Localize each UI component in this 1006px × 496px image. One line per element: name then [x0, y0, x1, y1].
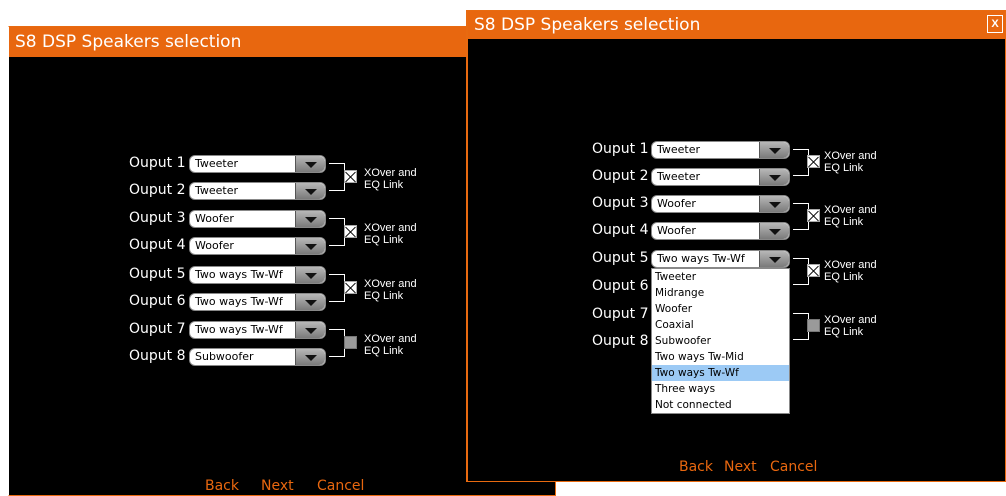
link-label-2: XOver and EQ Link: [824, 204, 877, 228]
output-5-select[interactable]: Two ways Tw-Wf: [189, 266, 326, 284]
output-3-label: Ouput 3: [592, 195, 649, 211]
output-7-select[interactable]: Two ways Tw-Wf: [189, 321, 326, 339]
output-4-select[interactable]: Woofer: [651, 222, 790, 240]
output-1-label: Ouput 1: [592, 141, 649, 157]
chevron-down-icon: [295, 322, 325, 338]
back-button[interactable]: Back: [205, 478, 239, 494]
link-label-3: XOver and EQ Link: [824, 259, 877, 283]
output-6-label: Ouput 6: [592, 278, 649, 294]
output-4-select[interactable]: Woofer: [189, 237, 326, 255]
dropdown-option-tweeter[interactable]: Tweeter: [652, 269, 789, 285]
close-button[interactable]: X: [987, 15, 1003, 33]
output-6-label: Ouput 6: [129, 293, 186, 309]
link-label-1: XOver and EQ Link: [364, 167, 417, 191]
chevron-down-icon: [295, 211, 325, 227]
output-2-label: Ouput 2: [129, 182, 186, 198]
output-5-select[interactable]: Two ways Tw-Wf: [651, 250, 790, 268]
output-1-select[interactable]: Tweeter: [651, 141, 790, 159]
chevron-down-icon: [759, 251, 789, 267]
link-bracket: [329, 163, 345, 191]
dropdown-option-coaxial[interactable]: Coaxial: [652, 317, 789, 333]
dropdown-option-midrange[interactable]: Midrange: [652, 285, 789, 301]
output-5-label: Ouput 5: [129, 266, 186, 282]
dropdown-option-woofer[interactable]: Woofer: [652, 301, 789, 317]
output-2-label: Ouput 2: [592, 168, 649, 184]
chevron-down-icon: [295, 349, 325, 365]
dropdown-option-two-ways-tw-mid[interactable]: Two ways Tw-Mid: [652, 349, 789, 365]
dropdown-option-two-ways-tw-wf[interactable]: Two ways Tw-Wf: [652, 365, 789, 381]
link-bracket: [329, 218, 345, 246]
link-checkbox-4[interactable]: [344, 336, 357, 349]
chevron-down-icon: [295, 238, 325, 254]
chevron-down-icon: [295, 156, 325, 172]
output-1-select[interactable]: Tweeter: [189, 155, 326, 173]
output-7-label: Ouput 7: [129, 321, 186, 337]
link-label-4: XOver and EQ Link: [364, 333, 417, 357]
output-3-select[interactable]: Woofer: [189, 210, 326, 228]
back-button[interactable]: Back: [679, 459, 713, 475]
next-button[interactable]: Next: [261, 478, 294, 494]
link-bracket: [329, 274, 345, 302]
link-checkbox-4[interactable]: [807, 319, 820, 332]
chevron-down-icon: [295, 183, 325, 199]
dropdown-option-not-connected[interactable]: Not connected: [652, 397, 789, 413]
link-label-3: XOver and EQ Link: [364, 278, 417, 302]
link-checkbox-2[interactable]: [344, 225, 357, 238]
output-4-label: Ouput 4: [129, 237, 186, 253]
output-5-dropdown-list: Tweeter Midrange Woofer Coaxial Subwoofe…: [651, 268, 790, 414]
output-8-select[interactable]: Subwoofer: [189, 348, 326, 366]
output-2-select[interactable]: Tweeter: [651, 168, 790, 186]
link-checkbox-3[interactable]: [807, 264, 820, 277]
output-3-label: Ouput 3: [129, 210, 186, 226]
output-3-select[interactable]: Woofer: [651, 195, 790, 213]
link-label-2: XOver and EQ Link: [364, 222, 417, 246]
link-bracket: [329, 329, 345, 357]
output-8-label: Ouput 8: [129, 348, 186, 364]
dropdown-option-subwoofer[interactable]: Subwoofer: [652, 333, 789, 349]
chevron-down-icon: [295, 267, 325, 283]
output-5-label: Ouput 5: [592, 250, 649, 266]
link-checkbox-2[interactable]: [807, 209, 820, 222]
link-label-1: XOver and EQ Link: [824, 150, 877, 174]
output-8-label: Ouput 8: [592, 333, 649, 349]
window-title: S8 DSP Speakers selection: [468, 11, 1005, 39]
cancel-button[interactable]: Cancel: [770, 459, 817, 475]
chevron-down-icon: [295, 294, 325, 310]
chevron-down-icon: [759, 196, 789, 212]
link-checkbox-3[interactable]: [344, 281, 357, 294]
dropdown-option-three-ways[interactable]: Three ways: [652, 381, 789, 397]
chevron-down-icon: [759, 142, 789, 158]
chevron-down-icon: [759, 223, 789, 239]
speakers-selection-window-front: S8 DSP Speakers selection X Ouput 1 Twee…: [466, 10, 1006, 482]
cancel-button[interactable]: Cancel: [317, 478, 364, 494]
output-1-label: Ouput 1: [129, 155, 186, 171]
output-2-select[interactable]: Tweeter: [189, 182, 326, 200]
output-4-label: Ouput 4: [592, 222, 649, 238]
link-label-4: XOver and EQ Link: [824, 314, 877, 338]
next-button[interactable]: Next: [724, 459, 757, 475]
link-checkbox-1[interactable]: [344, 170, 357, 183]
output-7-label: Ouput 7: [592, 306, 649, 322]
link-checkbox-1[interactable]: [807, 155, 820, 168]
chevron-down-icon: [759, 169, 789, 185]
output-6-select[interactable]: Two ways Tw-Wf: [189, 293, 326, 311]
